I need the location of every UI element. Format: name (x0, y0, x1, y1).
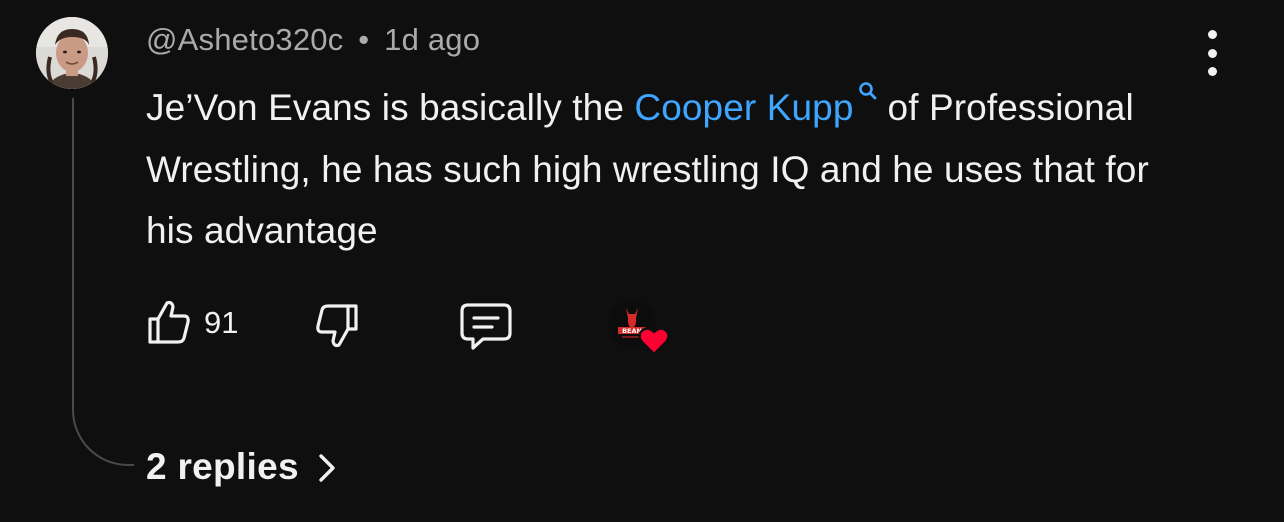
dislike-button[interactable] (314, 298, 360, 355)
author-handle[interactable]: @Asheto320c (146, 22, 343, 57)
comment-text-start: Je’Von Evans is basically the (146, 87, 635, 128)
comment-thread: @Asheto320c • 1d ago Je’Von Evans is bas… (0, 0, 1284, 522)
more-dot (1207, 67, 1217, 76)
comment-meta: @Asheto320c • 1d ago (146, 22, 480, 58)
search-link[interactable]: Cooper Kupp (634, 82, 887, 128)
creator-heart-badge: BEAN (608, 300, 672, 360)
avatar-image (36, 17, 108, 89)
author-avatar[interactable] (36, 17, 108, 89)
thumbs-up-icon (148, 300, 190, 344)
like-button[interactable]: 91 (146, 298, 238, 346)
search-icon (858, 82, 876, 100)
reply-button[interactable] (459, 300, 513, 357)
comment-text: Je’Von Evans is basically the Cooper Kup… (146, 77, 1186, 262)
view-replies-button[interactable]: 2 replies (146, 446, 337, 488)
chevron-right-icon (319, 454, 335, 482)
more-vert-icon[interactable] (1196, 30, 1228, 76)
like-count: 91 (204, 305, 239, 340)
search-link-label: Cooper Kupp (634, 87, 854, 128)
comment-icon (460, 303, 512, 350)
thread-connector-line (72, 98, 134, 466)
replies-label: 2 replies (146, 446, 299, 487)
meta-separator: • (358, 22, 370, 57)
heart-icon (638, 327, 670, 356)
more-dot (1207, 48, 1217, 58)
more-dot (1207, 30, 1217, 39)
thumbs-down-icon (316, 304, 358, 348)
comment-time[interactable]: 1d ago (384, 22, 480, 57)
